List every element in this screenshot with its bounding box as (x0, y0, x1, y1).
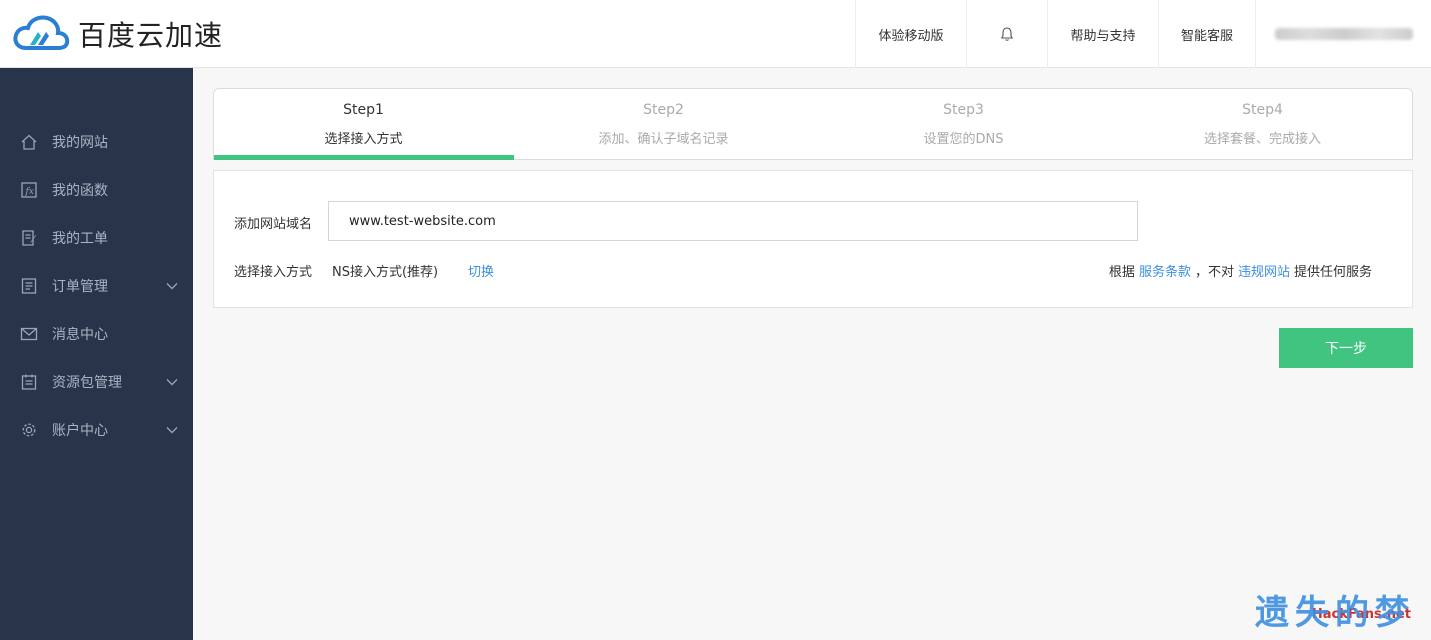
notice-middle: ，不对 (1194, 265, 1234, 280)
step-4: Step4 选择套餐、完成接入 (1113, 89, 1412, 161)
sidebar-item-my-websites[interactable]: 我的网站 (0, 118, 193, 166)
mobile-version-link[interactable]: 体验移动版 (855, 0, 966, 68)
bell-icon (1000, 27, 1014, 41)
sidebar-item-account-center[interactable]: 账户中心 (0, 406, 193, 454)
home-icon (20, 133, 38, 151)
illegal-sites-link[interactable]: 违规网站 (1238, 261, 1290, 280)
step-label: 设置您的DNS (923, 132, 1004, 147)
sidebar-item-label: 资源包管理 (52, 375, 122, 391)
order-icon (20, 277, 38, 295)
user-menu[interactable] (1255, 0, 1431, 68)
step-number: Step3 (943, 102, 984, 118)
access-method-value: NS接入方式(推荐) (332, 265, 439, 280)
terms-link[interactable]: 服务条款 (1139, 261, 1191, 280)
svg-text:fx: fx (25, 187, 34, 197)
next-step-button[interactable]: 下一步 (1279, 328, 1413, 368)
sidebar-item-label: 我的工单 (52, 231, 108, 247)
mail-icon (20, 325, 38, 343)
cloud-logo-icon (13, 15, 70, 50)
sidebar-item-my-functions[interactable]: fx 我的函数 (0, 166, 193, 214)
top-header: 百度云加速 体验移动版 帮助与支持 智能客服 (0, 0, 1431, 68)
step-label: 添加、确认子域名记录 (598, 132, 729, 147)
access-method-label: 选择接入方式 (234, 265, 313, 280)
domain-label: 添加网站域名 (234, 217, 313, 232)
chevron-down-icon (166, 427, 178, 434)
sidebar-item-message-center[interactable]: 消息中心 (0, 310, 193, 358)
terms-notice: 根据 服务条款 ，不对 违规网站 提供任何服务 (1109, 261, 1372, 280)
notice-prefix: 根据 (1108, 265, 1135, 280)
step-progress-bar (214, 155, 514, 160)
step-label: 选择接入方式 (324, 132, 403, 147)
sidebar-item-order-management[interactable]: 订单管理 (0, 262, 193, 310)
sidebar-item-label: 订单管理 (52, 279, 108, 295)
step-indicator: Step1 选择接入方式 Step2 添加、确认子域名记录 Step3 设置您的… (213, 88, 1413, 160)
user-name-blurred (1274, 28, 1413, 40)
notice-suffix: 提供任何服务 (1293, 265, 1372, 280)
logo[interactable]: 百度云加速 (12, 12, 223, 56)
step-3: Step3 设置您的DNS (814, 89, 1113, 161)
domain-input[interactable]: www.test-website.com (328, 201, 1138, 241)
chevron-down-icon (166, 283, 178, 290)
smart-service-link[interactable]: 智能客服 (1158, 0, 1255, 68)
help-support-link[interactable]: 帮助与支持 (1047, 0, 1158, 68)
step-number: Step1 (343, 102, 384, 118)
sidebar-item-my-tickets[interactable]: 我的工单 (0, 214, 193, 262)
sidebar-item-label: 账户中心 (52, 423, 108, 439)
sidebar-item-package-management[interactable]: 资源包管理 (0, 358, 193, 406)
sidebar-item-label: 我的网站 (52, 135, 108, 151)
sidebar: 我的网站 fx 我的函数 我的工单 订单管理 消息中心 资源包管理 账户中心 (0, 68, 193, 640)
watermark: 遗失的梦 (1255, 593, 1415, 633)
ticket-icon (20, 229, 38, 247)
top-nav: 体验移动版 帮助与支持 智能客服 (855, 0, 1431, 68)
step-number: Step2 (643, 102, 684, 118)
switch-link[interactable]: 切换 (468, 261, 494, 280)
gear-icon (20, 421, 38, 439)
step-label: 选择套餐、完成接入 (1203, 132, 1321, 147)
domain-form-panel: 添加网站域名 www.test-website.com 选择接入方式 NS接入方… (213, 170, 1413, 308)
function-icon: fx (20, 181, 38, 199)
step-number: Step4 (1242, 102, 1283, 118)
logo-text: 百度云加速 (78, 19, 224, 52)
step-1: Step1 选择接入方式 (214, 89, 513, 161)
sidebar-item-label: 我的函数 (52, 183, 108, 199)
notification-button[interactable] (966, 0, 1047, 68)
step-2: Step2 添加、确认子域名记录 (514, 89, 813, 161)
chevron-down-icon (166, 379, 178, 386)
sidebar-item-label: 消息中心 (52, 327, 108, 343)
package-icon (20, 373, 38, 391)
